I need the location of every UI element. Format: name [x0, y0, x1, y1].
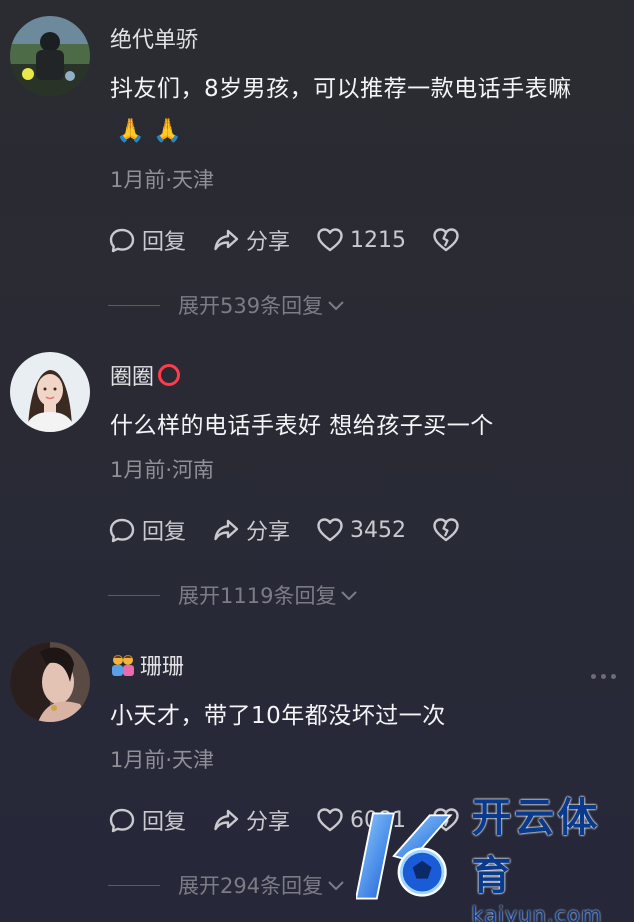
comment-text: 什么样的电话手表好 想给孩子买一个 [110, 405, 610, 447]
dot [601, 674, 606, 679]
chevron-down-icon [328, 301, 344, 311]
username-text: 圈圈 [110, 365, 155, 390]
username-text: 珊珊 [140, 655, 185, 680]
expand-label: 展开294条回复 [178, 874, 324, 898]
heart-icon [317, 518, 343, 542]
comment-bubble-icon [109, 228, 135, 253]
more-options-button[interactable] [591, 674, 616, 679]
dot [591, 674, 596, 679]
reply-button[interactable]: 回复 [108, 514, 186, 546]
avatar[interactable] [10, 352, 90, 432]
comment-bubble-icon [109, 518, 135, 543]
like-count: 3452 [350, 517, 407, 543]
red-circle-icon [158, 364, 181, 386]
heart-icon [317, 228, 343, 252]
comment-meta: 1月前·河南 [110, 458, 215, 482]
dislike-button[interactable] [432, 516, 460, 544]
reply-label: 回复 [142, 230, 187, 255]
share-button[interactable]: 分享 [212, 514, 290, 546]
family-emoji-icon [110, 653, 136, 677]
divider [108, 884, 160, 886]
comment-body: 小天才，带了10年都没坏过一次 [110, 703, 446, 729]
watermark-en: kaiyun.com [471, 903, 603, 922]
comment-meta: 1月前·天津 [110, 748, 215, 772]
comment-actions: 回复 分享 1215 [108, 225, 486, 255]
like-button[interactable]: 1215 [316, 226, 406, 254]
comment-actions: 回复 分享 3452 [108, 515, 486, 545]
expand-replies[interactable]: 展开1119条回复 [108, 580, 360, 610]
comment-bubble-icon [109, 808, 135, 833]
expand-label: 展开539条回复 [178, 294, 324, 318]
dislike-button[interactable] [432, 226, 460, 254]
avatar[interactable] [10, 642, 90, 722]
expand-replies[interactable]: 展开539条回复 [108, 290, 347, 320]
chevron-down-icon [341, 591, 358, 601]
reply-button[interactable]: 回复 [108, 224, 186, 256]
watermark: 开云体育 kaiyun.com [356, 795, 634, 922]
share-button[interactable]: 分享 [212, 804, 290, 836]
kaiyun-logo-icon [356, 812, 453, 900]
share-arrow-icon [214, 809, 239, 831]
like-count: 1215 [350, 227, 407, 253]
reply-button[interactable]: 回复 [108, 804, 186, 836]
comment-body: 什么样的电话手表好 想给孩子买一个 [110, 413, 494, 439]
pray-emoji: 🙏 🙏 [116, 118, 183, 144]
like-button[interactable]: 3452 [316, 516, 406, 544]
watermark-cn: 开云体育 [471, 795, 601, 899]
comment-text: 抖友们，8岁男孩，可以推荐一款电话手表嘛 🙏 🙏 [110, 68, 610, 152]
username[interactable]: 珊珊 [110, 649, 184, 681]
watermark-text: 开云体育 kaiyun.com [471, 785, 634, 922]
comment-meta: 1月前·天津 [110, 168, 215, 192]
share-arrow-icon [214, 229, 239, 251]
comment-list: 绝代单骄 抖友们，8岁男孩，可以推荐一款电话手表嘛 🙏 🙏 1月前·天津 回复 … [0, 0, 634, 922]
comment-text: 小天才，带了10年都没坏过一次 [110, 695, 610, 737]
share-arrow-icon [214, 519, 239, 541]
heart-icon [317, 808, 343, 832]
share-label: 分享 [246, 520, 291, 545]
broken-heart-icon [433, 518, 459, 542]
username-text: 绝代单骄 [110, 28, 199, 53]
divider [108, 304, 160, 306]
avatar[interactable] [10, 16, 90, 96]
comment-body: 抖友们，8岁男孩，可以推荐一款电话手表嘛 [110, 76, 572, 102]
share-label: 分享 [246, 230, 291, 255]
share-button[interactable]: 分享 [212, 224, 290, 256]
broken-heart-icon [433, 228, 459, 252]
username[interactable]: 绝代单骄 [110, 22, 198, 54]
share-label: 分享 [246, 810, 291, 835]
divider [108, 594, 160, 596]
reply-label: 回复 [142, 810, 187, 835]
dot [611, 674, 616, 679]
expand-replies[interactable]: 展开294条回复 [108, 870, 347, 900]
username[interactable]: 圈圈 [110, 359, 181, 391]
expand-label: 展开1119条回复 [178, 584, 337, 608]
reply-label: 回复 [142, 520, 187, 545]
chevron-down-icon [328, 881, 344, 891]
